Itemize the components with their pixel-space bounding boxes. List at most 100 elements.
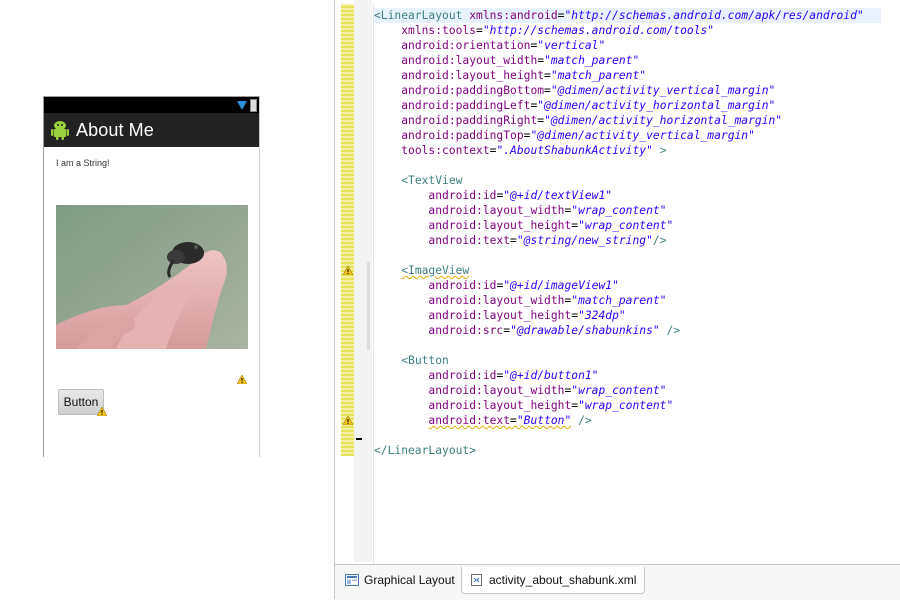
code-line[interactable]: android:id="@+id/button1" [374, 368, 598, 383]
code-token: "match_parent" [544, 54, 640, 67]
code-token: <ImageView [401, 264, 470, 277]
code-token: tools:context [401, 144, 490, 157]
code-token: <Button [401, 354, 449, 367]
code-line[interactable]: android:paddingTop="@dimen/activity_vert… [374, 128, 755, 143]
editor-tab-bar: Graphical Layout activity_about_shabunk.… [335, 564, 900, 600]
code-token: /> [652, 234, 667, 247]
code-token: "@dimen/activity_vertical_margin" [550, 84, 776, 97]
fold-indicator [367, 262, 370, 350]
code-token: = [544, 69, 551, 82]
code-token: "vertical" [537, 39, 606, 52]
code-line[interactable]: tools:context=".AboutShabunkActivity" > [374, 143, 667, 158]
code-line[interactable]: android:id="@+id/imageView1" [374, 278, 619, 293]
code-line[interactable]: android:text="@string/new_string"/> [374, 233, 667, 248]
change-gutter [341, 4, 354, 456]
code-token: "wrap_content" [571, 204, 667, 217]
wifi-icon [237, 101, 247, 110]
code-token: <TextView [401, 174, 463, 187]
code-token: = [476, 24, 483, 37]
code-token: android:layout_height [401, 69, 545, 82]
code-token: "match_parent" [550, 69, 647, 82]
warning-icon[interactable] [343, 416, 353, 425]
code-area[interactable]: <LinearLayout xmlns:android="http://sche… [373, 4, 900, 564]
code-token: "@+id/imageView1" [503, 279, 619, 292]
warning-icon [237, 375, 247, 384]
code-token: xmlns:android [469, 9, 558, 22]
code-token: "wrap_content" [578, 399, 674, 412]
code-line[interactable]: <LinearLayout xmlns:android="http://sche… [374, 8, 881, 23]
code-token: android:layout_width [428, 384, 565, 397]
code-line[interactable]: android:src="@drawable/shabunkins" /> [374, 323, 680, 338]
code-token: android:id [428, 369, 497, 382]
code-token: android:paddingTop [401, 129, 524, 142]
code-token: /> [659, 324, 681, 337]
code-token: /> [571, 414, 592, 427]
xml-editor[interactable]: <LinearLayout xmlns:android="http://sche… [334, 0, 900, 600]
warning-icon [97, 407, 107, 416]
code-token: android:orientation [401, 39, 531, 52]
code-line[interactable]: android:layout_width="match_parent" [374, 293, 666, 308]
code-line[interactable]: android:layout_height="wrap_content" [374, 218, 673, 233]
code-token: android:layout_width [428, 294, 565, 307]
code-line[interactable]: android:paddingBottom="@dimen/activity_v… [374, 83, 775, 98]
code-line[interactable]: android:layout_width="wrap_content" [374, 383, 666, 398]
tab-xml-file[interactable]: activity_about_shabunk.xml [461, 567, 646, 594]
code-line[interactable]: android:layout_height="match_parent" [374, 68, 646, 83]
code-token: android:id [428, 189, 497, 202]
code-token: android:paddingBottom [401, 84, 545, 97]
text-view: I am a String! [56, 158, 110, 168]
code-token: android:text [428, 234, 511, 247]
code-token: "@dimen/activity_horizontal_margin" [544, 114, 783, 127]
code-token: > [652, 144, 667, 157]
android-icon [51, 121, 69, 140]
code-token: "@+id/button1" [503, 369, 599, 382]
code-line[interactable]: <Button [374, 353, 449, 368]
tab-xml-file-label: activity_about_shabunk.xml [489, 573, 637, 587]
code-token: "324dp" [578, 309, 626, 322]
code-token: = [510, 234, 517, 247]
code-line[interactable]: android:layout_height="wrap_content" [374, 398, 673, 413]
code-line[interactable]: android:text="Button" /> [374, 413, 592, 428]
xml-file-icon [471, 574, 482, 586]
code-line[interactable]: android:layout_height="324dp" [374, 308, 626, 323]
code-line[interactable]: <ImageView [374, 263, 469, 278]
code-line[interactable]: </LinearLayout> [374, 443, 476, 458]
chameleon-photo [56, 205, 248, 349]
code-token: "wrap_content" [571, 384, 667, 397]
warning-icon[interactable] [343, 266, 353, 275]
code-token: xmlns:tools [401, 24, 477, 37]
code-line[interactable]: xmlns:tools="http://schemas.android.com/… [374, 23, 714, 38]
code-line[interactable]: android:paddingLeft="@dimen/activity_hor… [374, 98, 775, 113]
code-token: android:layout_height [428, 219, 572, 232]
code-token: android:src [428, 324, 504, 337]
code-line[interactable]: android:orientation="vertical" [374, 38, 605, 53]
tab-graphical-layout-label: Graphical Layout [364, 573, 455, 587]
code-line[interactable]: <TextView [374, 173, 462, 188]
code-token: android:layout_width [401, 54, 538, 67]
code-line[interactable]: android:id="@+id/textView1" [374, 188, 612, 203]
action-bar: About Me [44, 113, 259, 147]
code-token: "@dimen/activity_vertical_margin" [530, 129, 755, 142]
code-line[interactable]: android:paddingRight="@dimen/activity_ho… [374, 113, 782, 128]
code-token: </LinearLayout> [374, 444, 477, 457]
code-line[interactable]: android:layout_width="match_parent" [374, 53, 639, 68]
code-token: <LinearLayout [374, 9, 470, 22]
app-title: About Me [76, 119, 154, 140]
code-token: android:id [428, 279, 497, 292]
code-line[interactable]: android:layout_width="wrap_content" [374, 203, 666, 218]
caret-marker [356, 438, 362, 440]
tab-graphical-layout[interactable]: Graphical Layout [345, 567, 455, 593]
